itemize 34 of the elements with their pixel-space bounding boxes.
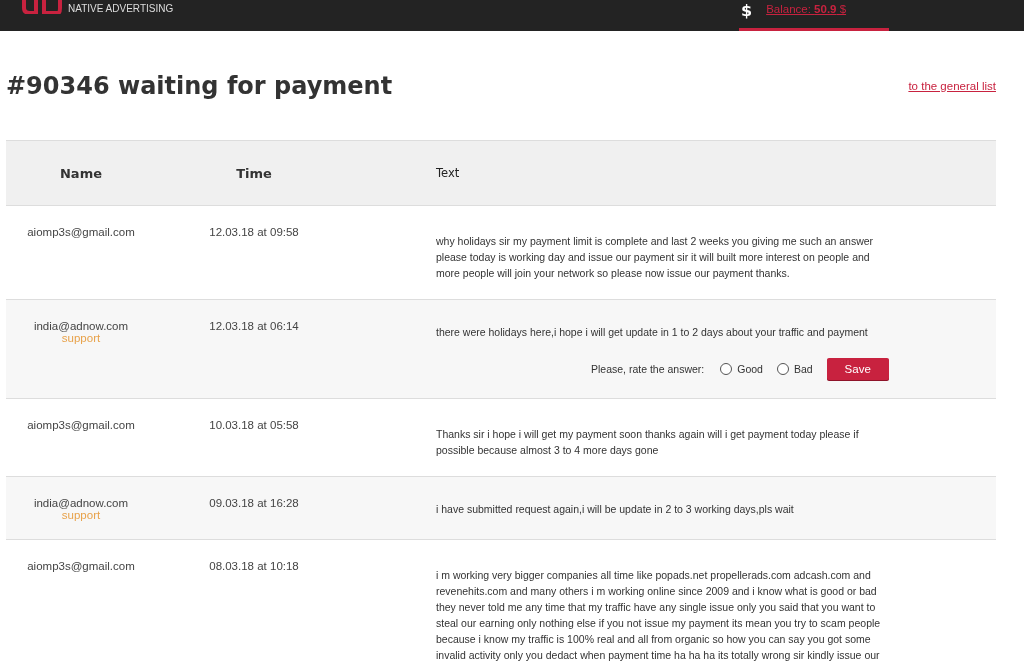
logo-icon [22, 0, 62, 14]
logo-subtitle: NATIVE ADVERTISING [68, 3, 174, 14]
sender-email: india@adnow.com [33, 320, 129, 332]
message-time: 12.03.18 at 09:58 [208, 226, 300, 238]
sender-email: india@adnow.com [33, 497, 129, 509]
column-header: Text [435, 166, 461, 180]
message-time: 10.03.18 at 05:58 [208, 419, 300, 431]
currency-symbol: $ [741, 0, 753, 20]
option-label: Bad [793, 363, 813, 375]
message-text: there were holidays here,i hope i will get update in 1 to 2 days about your traffic and payment [436, 325, 869, 340]
rating-option[interactable]: Good [720, 363, 763, 375]
column-header: Time [235, 165, 273, 181]
sender-role: support [61, 509, 101, 521]
rating-prompt: Please, rate the answer: [591, 363, 705, 375]
page-title: #90346 waiting for payment [6, 72, 393, 100]
message-text: Thanks sir i hope i will get my payment soon thanks again will i get payment today please if possible because almost 3 to 4 more days gone [436, 427, 860, 458]
column-header: Name [59, 165, 103, 181]
sender-role: support [61, 332, 101, 344]
message-time: 08.03.18 at 10:18 [208, 560, 300, 572]
message-text: why holidays sir my payment limit is complete and last 2 weeks you giving me such an answer please today is working day and issue our payment sir it will built more interest on people and more people will join your network so please now issue our payment thanks. [436, 234, 875, 281]
message-text: i m working very bigger companies all time like popads.net propellerads.com adcash.com and revenehits.com and many others i m working online since 2009 and i know what is good or bad they never told me any time that my traffic have any single issue only you said that you want to steal our earning only nothing else if you not issue my payment its mean you try to scam people because i know my traffic is 100% real and all from organic so how you can say you got some invalid activity only you dedact when payment time ha ha ha its totally wrong sir kindly issue our [436, 568, 882, 662]
save-button[interactable]: Save [826, 358, 889, 380]
radio-button[interactable] [720, 363, 733, 375]
back-link[interactable]: to the general list [908, 80, 996, 92]
message-time: 12.03.18 at 06:14 [208, 320, 300, 332]
sender-email: aiomp3s@gmail.com [27, 419, 135, 431]
sender-email: aiomp3s@gmail.com [27, 226, 135, 238]
sender-email: aiomp3s@gmail.com [27, 560, 135, 572]
radio-button[interactable] [776, 363, 789, 375]
rating-option[interactable]: Bad [776, 363, 813, 375]
balance-tab[interactable]: $ Balance: 50.9 $ [739, 0, 889, 31]
message-text: i have submitted request again,i will be update in 2 to 3 working days,pls wait [436, 502, 795, 517]
message-time: 09.03.18 at 16:28 [208, 497, 300, 509]
option-label: Good [737, 363, 763, 375]
